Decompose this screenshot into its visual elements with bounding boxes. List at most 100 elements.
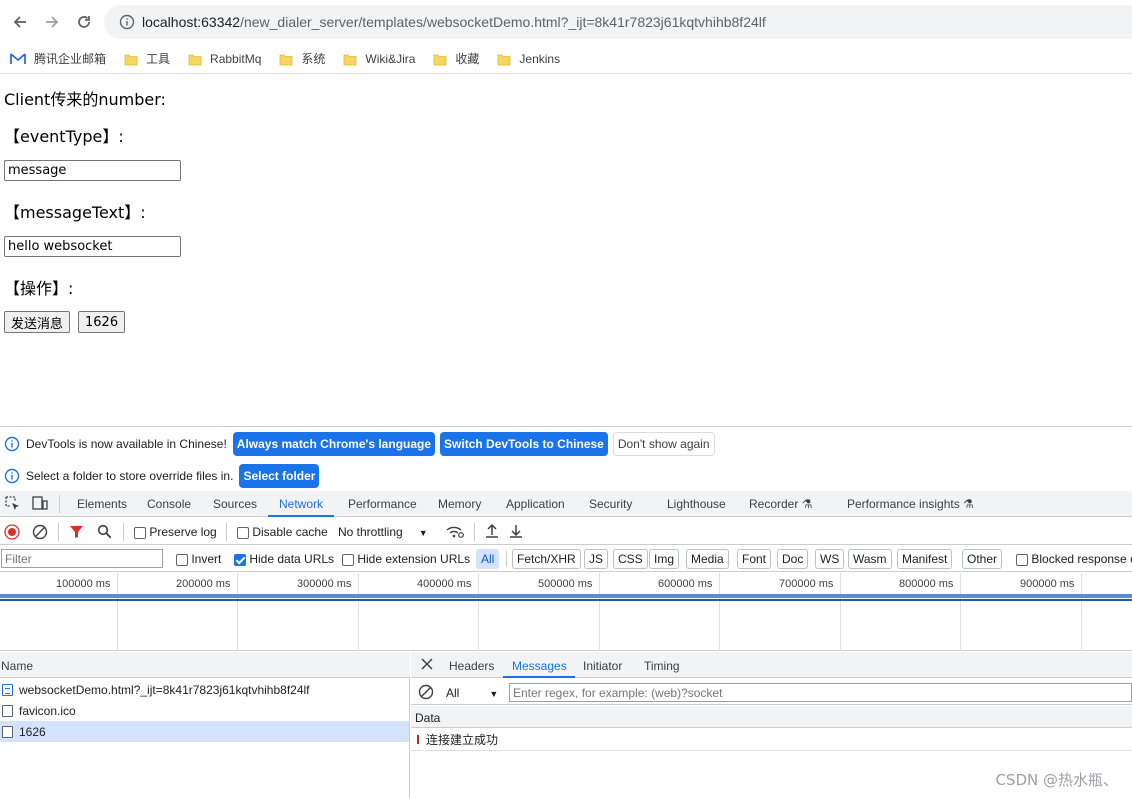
address-bar[interactable]: localhost:63342/new_dialer_server/templa… [104, 5, 1132, 39]
type-filter-font[interactable]: Font [737, 549, 772, 569]
switch-to-chinese-button[interactable]: Switch DevTools to Chinese [440, 432, 608, 456]
tab-lighthouse[interactable]: Lighthouse [667, 497, 726, 511]
flask-icon: ⚗ [801, 497, 813, 511]
tab-headers[interactable]: Headers [449, 659, 494, 673]
preserve-log-toggle[interactable]: Preserve log [134, 525, 217, 539]
timeline-gridline [358, 573, 359, 651]
disable-cache-toggle[interactable]: Disable cache [237, 525, 328, 539]
tab-memory[interactable]: Memory [438, 497, 481, 511]
type-filter-css[interactable]: CSS [613, 549, 648, 569]
type-filter-all[interactable]: All [476, 549, 500, 569]
export-har-icon[interactable] [509, 523, 523, 542]
url-path: /new_dialer_server/templates/websocketDe… [240, 14, 766, 30]
reload-button[interactable] [68, 6, 100, 38]
inspect-element-icon[interactable] [5, 496, 20, 514]
bookmark-system[interactable]: 系统 [279, 50, 325, 67]
hide-extension-urls-checkbox[interactable] [342, 553, 354, 566]
tab-initiator[interactable]: Initiator [583, 659, 622, 673]
message-regex-filter-input[interactable] [509, 683, 1132, 702]
number-button[interactable]: 1626 [78, 311, 126, 333]
request-name: 1626 [19, 724, 46, 739]
type-filter-img[interactable]: Img [649, 549, 680, 569]
throttling-select[interactable]: No throttling ▼ [338, 525, 428, 539]
request-row[interactable]: 1626 [0, 721, 409, 742]
back-button[interactable] [4, 6, 36, 38]
type-filter-fetch-xhr[interactable]: Fetch/XHR [512, 549, 581, 569]
tab-performance[interactable]: Performance [348, 497, 417, 511]
timeline-gridline [1081, 573, 1082, 651]
blocked-response-toggle[interactable]: Blocked response c [1016, 552, 1132, 566]
bookmark-wiki-jira[interactable]: Wiki&Jira [343, 52, 415, 66]
bookmark-jenkins[interactable]: Jenkins [497, 52, 560, 66]
type-filter-wasm[interactable]: Wasm [848, 549, 892, 569]
tab-elements[interactable]: Elements [77, 497, 127, 511]
message-text-input[interactable] [4, 236, 181, 257]
network-conditions-icon[interactable] [446, 524, 464, 542]
disable-cache-checkbox[interactable] [237, 526, 249, 539]
tab-console[interactable]: Console [147, 497, 191, 511]
blocked-response-label: Blocked response c [1031, 552, 1132, 566]
hide-data-urls-checkbox[interactable] [234, 553, 246, 566]
watermark: CSDN @热水瓶、 [995, 771, 1118, 789]
type-filter-media[interactable]: Media [686, 549, 729, 569]
clear-messages-icon[interactable] [418, 684, 434, 703]
browser-toolbar: localhost:63342/new_dialer_server/templa… [0, 0, 1132, 44]
tab-sources[interactable]: Sources [213, 497, 257, 511]
request-row[interactable]: favicon.ico [0, 700, 409, 721]
timeline-overview[interactable]: 100000 ms 200000 ms 300000 ms 400000 ms … [0, 573, 1132, 651]
tab-network[interactable]: Network [279, 497, 323, 511]
type-filter-other[interactable]: Other [962, 549, 1003, 569]
site-info-icon[interactable] [112, 14, 142, 30]
hide-extension-urls-label: Hide extension URLs [357, 552, 471, 566]
tab-security[interactable]: Security [589, 497, 632, 511]
always-match-language-button[interactable]: Always match Chrome's language [232, 432, 436, 456]
message-row[interactable]: 连接建立成功 [411, 729, 1132, 751]
send-message-button[interactable]: 发送消息 [4, 311, 71, 333]
name-column-header[interactable]: Name [0, 652, 410, 678]
hide-data-urls-toggle[interactable]: Hide data URLs [234, 552, 334, 566]
invert-toggle[interactable]: Invert [176, 552, 221, 566]
tab-recorder[interactable]: Recorder ⚗ [749, 497, 812, 511]
type-filter-js[interactable]: JS [584, 549, 609, 569]
type-filter-manifest[interactable]: Manifest [897, 549, 953, 569]
import-har-icon[interactable] [485, 523, 499, 542]
bookmark-tools[interactable]: 工具 [124, 50, 170, 67]
forward-button[interactable] [36, 6, 68, 38]
type-filter-doc[interactable]: Doc [777, 549, 809, 569]
preserve-log-checkbox[interactable] [134, 526, 146, 539]
dont-show-again-button[interactable]: Don't show again [612, 432, 715, 456]
select-folder-button[interactable]: Select folder [239, 464, 320, 488]
record-icon[interactable] [4, 524, 20, 543]
info-icon [4, 468, 20, 484]
filter-input[interactable] [1, 549, 163, 568]
bookmark-favorites[interactable]: 收藏 [433, 50, 479, 67]
search-icon[interactable] [97, 524, 112, 542]
bookmark-label: RabbitMq [210, 51, 262, 66]
type-filter-ws[interactable]: WS [815, 549, 845, 569]
filter-funnel-icon[interactable] [69, 524, 84, 542]
tab-application[interactable]: Application [506, 497, 565, 511]
request-name: websocketDemo.html?_ijt=8k41r7823j61kqtv… [19, 682, 310, 697]
device-toolbar-icon[interactable] [32, 496, 48, 514]
invert-checkbox[interactable] [176, 553, 188, 566]
bookmark-tencent-mail[interactable]: 腾讯企业邮箱 [10, 50, 106, 67]
forward-arrow-icon [46, 16, 59, 28]
tab-timing[interactable]: Timing [644, 659, 680, 673]
bookmark-rabbitmq[interactable]: RabbitMq [188, 52, 261, 66]
folder-icon [343, 52, 357, 66]
request-row[interactable]: websocketDemo.html?_ijt=8k41r7823j61kqtv… [0, 679, 409, 700]
blocked-response-checkbox[interactable] [1016, 553, 1028, 566]
event-type-input[interactable] [4, 160, 181, 181]
clear-icon[interactable] [32, 524, 48, 543]
detail-tab-bar: Headers Messages Initiator Timing [411, 652, 1132, 678]
data-column-header[interactable]: Data [411, 706, 1132, 728]
throttling-value: No throttling [338, 525, 403, 539]
divider [123, 523, 124, 541]
tab-messages[interactable]: Messages [512, 659, 567, 673]
tab-performance-insights[interactable]: Performance insights ⚗ [847, 497, 974, 511]
preserve-log-label: Preserve log [149, 525, 217, 539]
bookmarks-bar: 腾讯企业邮箱 工具 RabbitMq 系统 Wiki&Jira 收藏 Jenki… [0, 44, 1132, 74]
hide-extension-urls-toggle[interactable]: Hide extension URLs [342, 552, 470, 566]
close-icon[interactable] [421, 658, 433, 673]
message-type-select[interactable]: All ▼ [446, 686, 498, 700]
